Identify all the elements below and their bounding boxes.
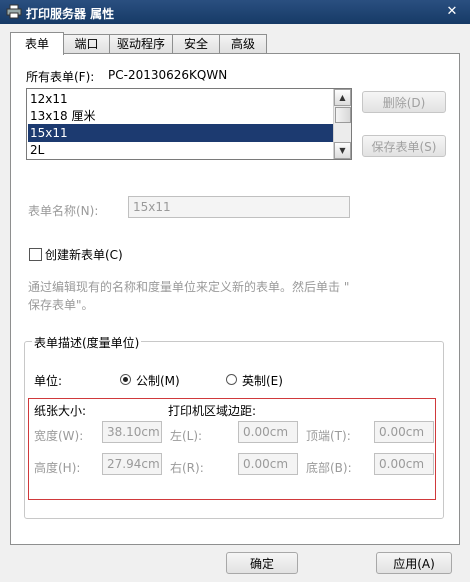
unit-label: 单位: bbox=[34, 374, 63, 388]
width-field[interactable]: 38.10cm bbox=[102, 421, 162, 443]
metric-radio[interactable] bbox=[120, 374, 131, 385]
tab-ports[interactable]: 端口 bbox=[63, 34, 110, 53]
list-item[interactable]: 2L bbox=[28, 141, 335, 159]
close-icon[interactable]: ✕ bbox=[444, 4, 460, 20]
left-margin-label: 左(L): bbox=[170, 429, 203, 443]
form-name-label: 表单名称(N): bbox=[28, 204, 99, 218]
scroll-down-icon[interactable]: ▼ bbox=[334, 142, 351, 159]
tab-forms[interactable]: 表单 bbox=[10, 32, 64, 55]
scroll-up-icon[interactable]: ▲ bbox=[334, 89, 351, 106]
ok-button[interactable]: 确定 bbox=[226, 552, 298, 574]
forms-list[interactable]: 12x11 13x18 厘米 15x11 2L ▲ ▼ bbox=[26, 88, 352, 160]
top-margin-label: 顶端(T): bbox=[306, 429, 351, 443]
left-margin-field[interactable]: 0.00cm bbox=[238, 421, 298, 443]
right-margin-label: 右(R): bbox=[170, 461, 204, 475]
create-new-form-checkbox[interactable] bbox=[29, 248, 42, 261]
list-item[interactable]: 13x18 厘米 bbox=[28, 107, 335, 125]
apply-button[interactable]: 应用(A) bbox=[376, 552, 452, 574]
tab-drivers[interactable]: 驱动程序 bbox=[109, 34, 173, 53]
form-name-field[interactable]: 15x11 bbox=[128, 196, 350, 218]
height-field[interactable]: 27.94cm bbox=[102, 453, 162, 475]
top-margin-field[interactable]: 0.00cm bbox=[374, 421, 434, 443]
server-name: PC-20130626KQWN bbox=[108, 68, 228, 82]
save-form-button[interactable]: 保存表单(S) bbox=[362, 135, 446, 157]
printer-margins-label: 打印机区域边距: bbox=[168, 404, 257, 418]
bottom-margin-field[interactable]: 0.00cm bbox=[374, 453, 434, 475]
right-margin-field[interactable]: 0.00cm bbox=[238, 453, 298, 475]
forms-list-scrollbar[interactable]: ▲ ▼ bbox=[333, 89, 351, 159]
tab-security[interactable]: 安全 bbox=[172, 34, 220, 53]
hint-line-2: 保存表单"。 bbox=[28, 298, 94, 312]
hint-line-1: 通过编辑现有的名称和度量单位来定义新的表单。然后单击 " bbox=[28, 280, 350, 294]
paper-size-label: 纸张大小: bbox=[34, 404, 87, 418]
tab-advanced[interactable]: 高级 bbox=[219, 34, 267, 53]
metric-label[interactable]: 公制(M) bbox=[136, 372, 180, 389]
list-item-selected[interactable]: 15x11 bbox=[28, 124, 335, 142]
list-item[interactable]: 12x11 bbox=[28, 90, 335, 108]
window-title: 打印服务器 属性 bbox=[26, 7, 115, 21]
imperial-radio[interactable] bbox=[226, 374, 237, 385]
height-label: 高度(H): bbox=[34, 461, 81, 475]
imperial-label[interactable]: 英制(E) bbox=[242, 372, 283, 389]
delete-button[interactable]: 删除(D) bbox=[362, 91, 446, 113]
form-description-label: 表单描述(度量单位) bbox=[32, 334, 142, 351]
all-forms-label: 所有表单(F): bbox=[26, 70, 95, 84]
bottom-margin-label: 底部(B): bbox=[306, 461, 352, 475]
title-bar: 打印服务器 属性 ✕ bbox=[0, 0, 470, 24]
printer-icon bbox=[6, 4, 22, 19]
scroll-thumb[interactable] bbox=[335, 107, 351, 123]
width-label: 宽度(W): bbox=[34, 429, 84, 443]
create-new-form-label[interactable]: 创建新表单(C) bbox=[45, 246, 123, 263]
